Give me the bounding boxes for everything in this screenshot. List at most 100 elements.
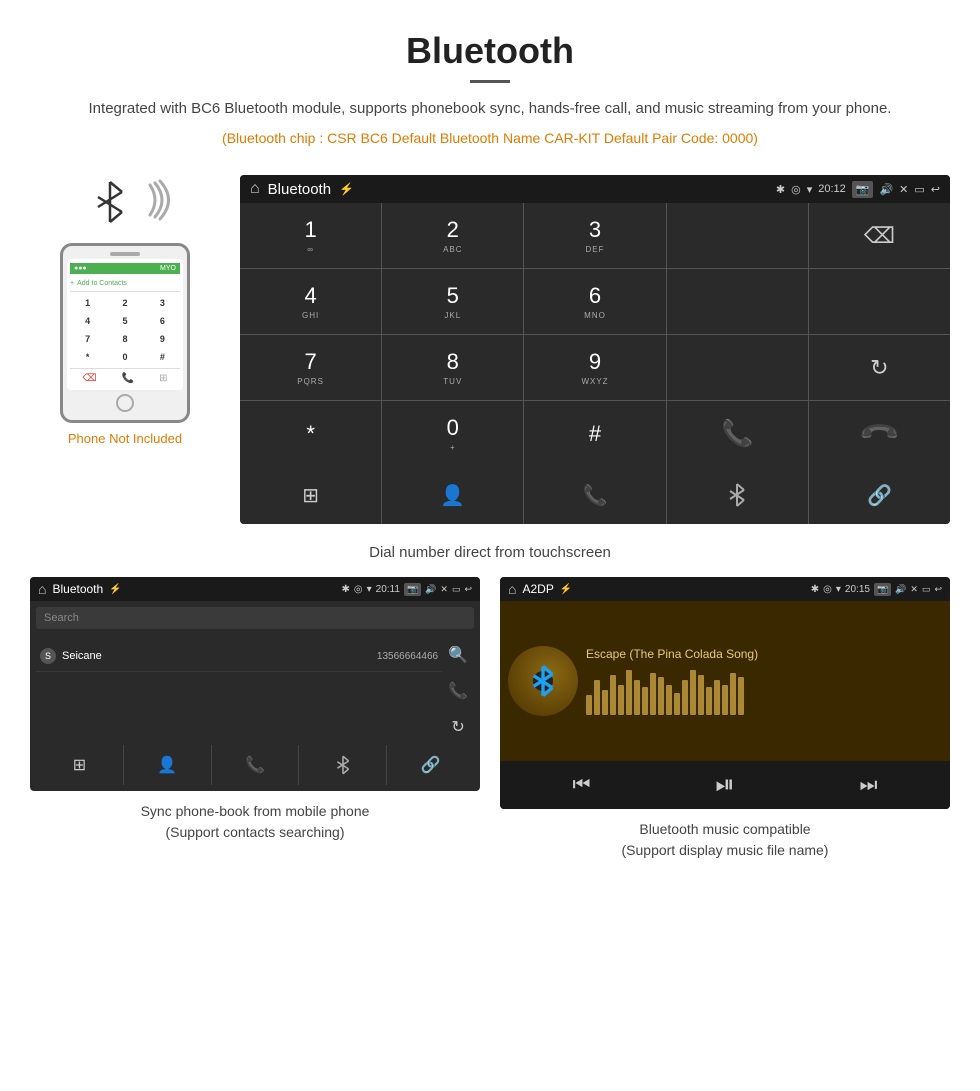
pb-call-icon[interactable]: 📞 — [448, 681, 468, 701]
footer-key-contacts[interactable]: 👤 — [382, 466, 523, 524]
album-bt-icon — [529, 665, 557, 697]
phone-carrier: ●●● — [74, 265, 87, 272]
pb-vol-icon[interactable]: 🔊 — [425, 584, 436, 595]
footer-key-grid[interactable]: ⊞ — [240, 466, 381, 524]
search-bar[interactable]: Search — [36, 607, 474, 629]
phone-key-0[interactable]: 0 — [107, 349, 142, 365]
a2dp-title: A2DP — [522, 582, 553, 596]
a2dp-x-icon[interactable]: ✕ — [910, 584, 918, 595]
a2dp-caption: Bluetooth music compatible (Support disp… — [500, 819, 950, 861]
dial-key-4[interactable]: 4GHI — [240, 269, 381, 334]
a2dp-camera-icon[interactable]: 📷 — [874, 583, 891, 596]
footer-key-bluetooth[interactable] — [667, 466, 808, 524]
status-left: ⌂ Bluetooth ⚡ — [250, 180, 354, 198]
dial-caption: Dial number direct from touchscreen — [0, 534, 980, 577]
dial-key-2[interactable]: 2ABC — [382, 203, 523, 268]
phone-key-2[interactable]: 2 — [107, 295, 142, 311]
a2dp-win-icon[interactable]: ▭ — [922, 584, 931, 595]
eq-bar — [618, 685, 624, 715]
phone-call-icon[interactable]: 📞 — [122, 373, 134, 384]
eq-bar — [674, 693, 680, 715]
phone-del-icon[interactable]: ⌫ — [83, 373, 97, 384]
pb-footer-grid[interactable]: ⊞ — [36, 745, 123, 785]
phone-home-button[interactable] — [116, 394, 134, 412]
footer-key-phone[interactable]: 📞 — [524, 466, 665, 524]
phone-key-1[interactable]: 1 — [70, 295, 105, 311]
a2dp-back-icon[interactable]: ↩ — [934, 584, 942, 595]
a2dp-home-icon[interactable]: ⌂ — [508, 581, 516, 597]
dial-key-0[interactable]: 0+ — [382, 401, 523, 466]
a2dp-screen-img: ⌂ A2DP ⚡ ✱ ◎ ▾ 20:15 📷 🔊 ✕ ▭ ↩ — [500, 577, 950, 809]
phone-video-icon[interactable]: ⊞ — [159, 373, 167, 384]
dialpad-screen-container: ⌂ Bluetooth ⚡ ✱ ◎ ▾ 20:12 📷 🔊 ✕ ▭ ↩ — [240, 175, 950, 524]
pb-time: 20:11 — [376, 584, 400, 595]
pb-back-icon[interactable]: ↩ — [464, 584, 472, 595]
home-icon[interactable]: ⌂ — [250, 180, 260, 198]
prev-track-icon[interactable]: ⏮ — [572, 774, 590, 797]
phone-not-included-label: Phone Not Included — [68, 431, 182, 446]
a2dp-status-bar: ⌂ A2DP ⚡ ✱ ◎ ▾ 20:15 📷 🔊 ✕ ▭ ↩ — [500, 577, 950, 601]
dial-key-call-green[interactable]: 📞 — [667, 401, 808, 466]
pb-win-icon[interactable]: ▭ — [452, 584, 461, 595]
dial-key-7[interactable]: 7PQRS — [240, 335, 381, 400]
phone-key-6[interactable]: 6 — [145, 313, 180, 329]
pb-search-icon[interactable]: 🔍 — [448, 645, 468, 665]
pb-x-icon[interactable]: ✕ — [440, 584, 448, 595]
dial-key-hash[interactable]: # — [524, 401, 665, 466]
dial-key-6[interactable]: 6MNO — [524, 269, 665, 334]
screen-title: Bluetooth — [268, 181, 331, 198]
phone-signal: MYO — [160, 265, 176, 272]
phonebook-block: ⌂ Bluetooth ⚡ ✱ ◎ ▾ 20:11 📷 🔊 ✕ ▭ ↩ — [30, 577, 480, 861]
eq-bar — [626, 670, 632, 715]
dial-key-9[interactable]: 9WXYZ — [524, 335, 665, 400]
phone-key-8[interactable]: 8 — [107, 331, 142, 347]
pb-footer-phone[interactable]: 📞 — [212, 745, 299, 785]
window-icon[interactable]: ▭ — [914, 183, 924, 196]
dialpad-grid: 1∞ 2ABC 3DEF ⌫ 4GHI 5JKL 6MNO — [240, 203, 950, 466]
eq-bar — [642, 687, 648, 715]
close-icon[interactable]: ✕ — [899, 183, 908, 196]
volume-icon[interactable]: 🔊 — [879, 183, 893, 196]
pb-bt-footer-icon — [335, 755, 351, 775]
pb-camera-icon[interactable]: 📷 — [404, 583, 421, 596]
eq-bar — [682, 680, 688, 715]
dial-key-refresh[interactable]: ↻ — [809, 335, 950, 400]
phone-key-3[interactable]: 3 — [145, 295, 180, 311]
camera-icon[interactable]: 📷 — [852, 181, 874, 198]
dial-key-call-red[interactable]: 📞 — [809, 401, 950, 466]
next-track-icon[interactable]: ⏭ — [860, 774, 878, 797]
dial-key-3[interactable]: 3DEF — [524, 203, 665, 268]
play-pause-icon[interactable]: ⏯ — [715, 771, 734, 799]
a2dp-vol-icon[interactable]: 🔊 — [895, 584, 906, 595]
dial-key-1[interactable]: 1∞ — [240, 203, 381, 268]
phone-key-5[interactable]: 5 — [107, 313, 142, 329]
pb-footer-contacts[interactable]: 👤 — [124, 745, 211, 785]
pb-refresh-icon[interactable]: ↻ — [451, 717, 464, 737]
phone-key-star[interactable]: * — [70, 349, 105, 365]
a2dp-bt-icon: ✱ — [811, 584, 819, 595]
equalizer — [586, 665, 942, 715]
add-contact-label: Add to Contacts — [77, 280, 127, 287]
album-art — [508, 646, 578, 716]
eq-bar — [634, 680, 640, 715]
pb-footer-bt[interactable] — [299, 745, 386, 785]
dial-key-8[interactable]: 8TUV — [382, 335, 523, 400]
pb-footer-link[interactable]: 🔗 — [387, 745, 474, 785]
a2dp-music-content: Escape (The Pina Colada Song) — [500, 601, 950, 761]
footer-key-link[interactable]: 🔗 — [809, 466, 950, 524]
phone-key-4[interactable]: 4 — [70, 313, 105, 329]
phonebook-screen-img: ⌂ Bluetooth ⚡ ✱ ◎ ▾ 20:11 📷 🔊 ✕ ▭ ↩ — [30, 577, 480, 791]
phone-key-7[interactable]: 7 — [70, 331, 105, 347]
dial-key-star[interactable]: * — [240, 401, 381, 466]
phone-key-hash[interactable]: # — [145, 349, 180, 365]
dial-key-5[interactable]: 5JKL — [382, 269, 523, 334]
pb-home-icon[interactable]: ⌂ — [38, 581, 46, 597]
phone-bottom-bar: ⌫ 📞 ⊞ — [70, 368, 180, 386]
phone-key-9[interactable]: 9 — [145, 331, 180, 347]
a2dp-wifi-icon: ▾ — [836, 584, 841, 595]
back-icon[interactable]: ↩ — [931, 183, 940, 196]
phone-mockup: ●●● MYO + Add to Contacts 1 2 3 4 5 6 7 … — [60, 243, 190, 423]
dial-key-backspace[interactable]: ⌫ — [809, 203, 950, 268]
contact-initial: S — [40, 648, 56, 664]
phonebook-main-area: S Seicane 13566664466 🔍 📞 ↻ — [36, 641, 474, 741]
